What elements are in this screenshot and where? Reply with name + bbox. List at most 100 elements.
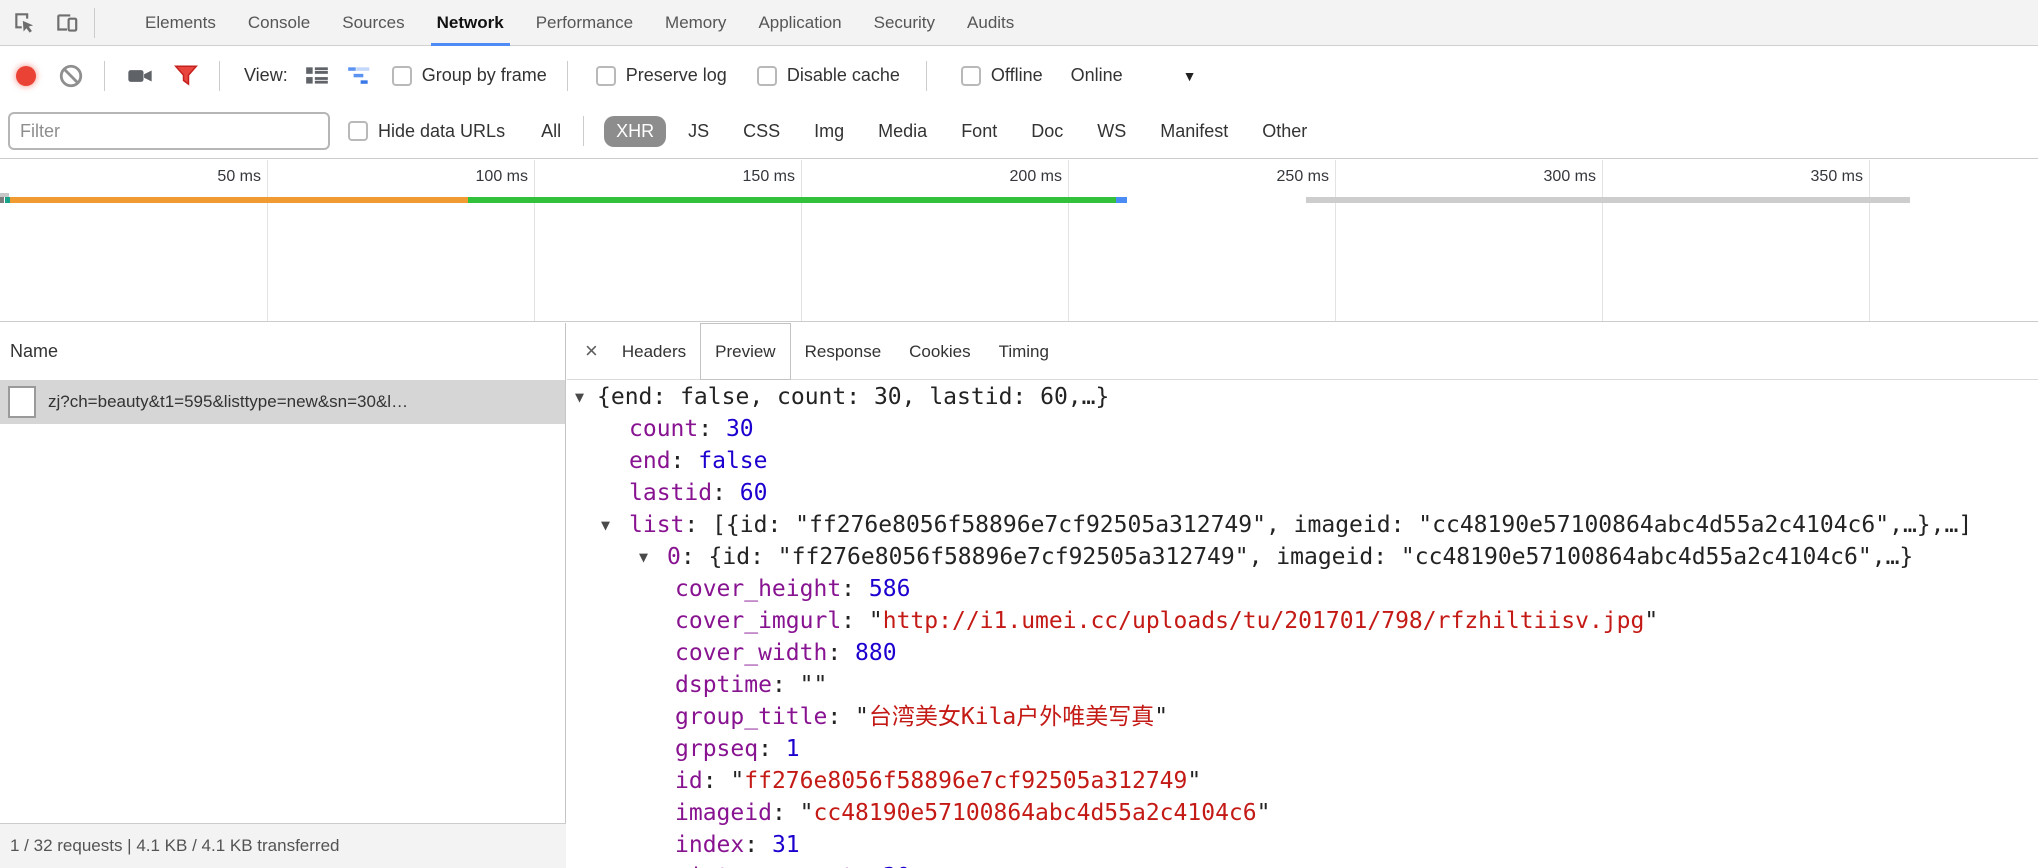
type-filter-all[interactable]: All xyxy=(529,116,573,147)
checkbox-icon[interactable] xyxy=(961,66,981,86)
type-filter-font[interactable]: Font xyxy=(949,116,1009,147)
throttling-dropdown[interactable]: Online xyxy=(1071,65,1123,86)
tree-segment-plain: : xyxy=(841,608,869,634)
expander-icon[interactable]: ▼ xyxy=(639,541,648,573)
tab-console[interactable]: Console xyxy=(232,0,326,46)
detail-tab-cookies[interactable]: Cookies xyxy=(895,323,984,380)
dropdown-arrow-icon[interactable]: ▼ xyxy=(1183,68,1197,84)
timeline-tick-label: 350 ms xyxy=(1743,168,1863,186)
preserve-log-checkbox[interactable]: Preserve log xyxy=(596,65,727,86)
waterfall-view-icon[interactable] xyxy=(344,61,374,91)
detail-tabs: HeadersPreviewResponseCookiesTiming xyxy=(608,323,1063,380)
tree-row[interactable]: cover_height: 586 xyxy=(567,573,2038,605)
large-rows-view-icon[interactable] xyxy=(302,61,332,91)
type-filter-js[interactable]: JS xyxy=(676,116,721,147)
tab-network[interactable]: Network xyxy=(421,0,520,46)
request-rows: zj?ch=beauty&t1=595&listtype=new&sn=30&l… xyxy=(0,380,565,424)
filter-input[interactable] xyxy=(8,112,330,150)
type-filter-ws[interactable]: WS xyxy=(1085,116,1138,147)
tree-segment-key: imageid xyxy=(675,800,772,826)
detail-tab-headers[interactable]: Headers xyxy=(608,323,700,380)
filter-funnel-icon[interactable] xyxy=(171,61,201,91)
tree-row[interactable]: count: 30 xyxy=(567,413,2038,445)
tree-segment-key: list xyxy=(629,512,684,538)
name-column-header[interactable]: Name xyxy=(0,323,565,380)
tree-segment-key: end xyxy=(629,448,671,474)
network-overview[interactable]: 50 ms100 ms150 ms200 ms250 ms300 ms350 m… xyxy=(0,160,2038,322)
tab-audits[interactable]: Audits xyxy=(951,0,1030,46)
tree-row[interactable]: end: false xyxy=(567,445,2038,477)
expander-icon[interactable]: ▼ xyxy=(575,381,584,413)
tree-row[interactable]: cover_imgurl: "http://i1.umei.cc/uploads… xyxy=(567,605,2038,637)
type-filter-manifest[interactable]: Manifest xyxy=(1148,116,1240,147)
tree-segment-num: 880 xyxy=(855,640,897,666)
screenshot-capture-icon[interactable] xyxy=(125,61,155,91)
timeline-tick-label: 50 ms xyxy=(141,168,261,186)
tree-segment-quote: "" xyxy=(800,672,828,698)
tree-row[interactable]: imageid: "cc48190e57100864abc4d55a2c4104… xyxy=(567,797,2038,829)
type-filter-css[interactable]: CSS xyxy=(731,116,792,147)
tree-row[interactable]: ▼list: [{id: "ff276e8056f58896e7cf92505a… xyxy=(567,509,2038,541)
clear-icon[interactable] xyxy=(56,61,86,91)
offline-checkbox[interactable]: Offline xyxy=(961,65,1043,86)
tree-segment-quote: " xyxy=(1257,800,1271,826)
tree-segment-quote: " xyxy=(1187,768,1201,794)
tab-security[interactable]: Security xyxy=(858,0,951,46)
type-filter-doc[interactable]: Doc xyxy=(1019,116,1075,147)
detail-tab-response[interactable]: Response xyxy=(791,323,896,380)
close-icon[interactable]: × xyxy=(585,338,598,364)
tree-segment-num: 60 xyxy=(740,480,768,506)
request-row[interactable]: zj?ch=beauty&t1=595&listtype=new&sn=30&l… xyxy=(0,380,565,424)
expander-icon[interactable]: ▼ xyxy=(601,509,610,541)
main-area: Name zj?ch=beauty&t1=595&listtype=new&sn… xyxy=(0,323,2038,868)
requests-summary: 1 / 32 requests | 4.1 KB / 4.1 KB transf… xyxy=(0,823,566,868)
hide-data-urls-checkbox[interactable]: Hide data URLs xyxy=(348,121,505,142)
tab-application[interactable]: Application xyxy=(742,0,857,46)
tree-segment-plain: {end: false, count: 30, lastid: 60,…} xyxy=(597,384,1109,410)
type-filter-other[interactable]: Other xyxy=(1250,116,1319,147)
tab-memory[interactable]: Memory xyxy=(649,0,742,46)
tree-row[interactable]: lastid: 60 xyxy=(567,477,2038,509)
tree-row[interactable]: id: "ff276e8056f58896e7cf92505a312749" xyxy=(567,765,2038,797)
tree-segment-quote: " xyxy=(855,704,869,730)
tree-row[interactable]: ▼ {end: false, count: 30, lastid: 60,…} xyxy=(567,381,2038,413)
tree-row[interactable]: grpseq: 1 xyxy=(567,733,2038,765)
detail-tab-preview[interactable]: Preview xyxy=(700,323,790,380)
tree-segment-quote: " xyxy=(1154,704,1168,730)
group-by-frame-checkbox[interactable]: Group by frame xyxy=(392,65,547,86)
timeline-tick-label: 150 ms xyxy=(675,168,795,186)
json-preview-tree: ▼ {end: false, count: 30, lastid: 60,…} co… xyxy=(567,381,2038,868)
tree-segment-plain: : xyxy=(841,576,869,602)
tree-row[interactable]: index: 31 xyxy=(567,829,2038,861)
inspect-element-icon[interactable] xyxy=(8,6,42,40)
checkbox-icon[interactable] xyxy=(348,121,368,141)
tree-segment-key: picture_count xyxy=(675,864,855,868)
requests-panel: Name zj?ch=beauty&t1=595&listtype=new&sn… xyxy=(0,323,566,868)
disable-cache-checkbox[interactable]: Disable cache xyxy=(757,65,900,86)
tree-segment-num: 1 xyxy=(786,736,800,762)
device-toolbar-icon[interactable] xyxy=(50,6,84,40)
timeline-gridline xyxy=(1068,160,1069,321)
tree-row[interactable]: dsptime: "" xyxy=(567,669,2038,701)
tree-row[interactable]: picture_count: 30 xyxy=(567,861,2038,868)
checkbox-icon[interactable] xyxy=(596,66,616,86)
tree-row[interactable]: ▼0: {id: "ff276e8056f58896e7cf92505a3127… xyxy=(567,541,2038,573)
record-icon[interactable] xyxy=(16,66,36,86)
tree-segment-plain: : xyxy=(744,832,772,858)
tree-row[interactable]: group_title: "台湾美女Kila户外唯美写真" xyxy=(567,701,2038,733)
detail-tab-timing[interactable]: Timing xyxy=(985,323,1063,380)
tree-segment-quote: " xyxy=(800,800,814,826)
tab-elements[interactable]: Elements xyxy=(129,0,232,46)
tree-row[interactable]: cover_width: 880 xyxy=(567,637,2038,669)
tree-segment-key: lastid xyxy=(629,480,712,506)
type-filter-img[interactable]: Img xyxy=(802,116,856,147)
checkbox-icon[interactable] xyxy=(392,66,412,86)
tree-segment-plain: : xyxy=(712,480,740,506)
tab-sources[interactable]: Sources xyxy=(326,0,420,46)
checkbox-icon[interactable] xyxy=(757,66,777,86)
type-filter-media[interactable]: Media xyxy=(866,116,939,147)
overview-timing-bar xyxy=(1306,197,1910,203)
tree-segment-num: 586 xyxy=(869,576,911,602)
tab-performance[interactable]: Performance xyxy=(520,0,649,46)
type-filter-xhr[interactable]: XHR xyxy=(604,116,666,147)
